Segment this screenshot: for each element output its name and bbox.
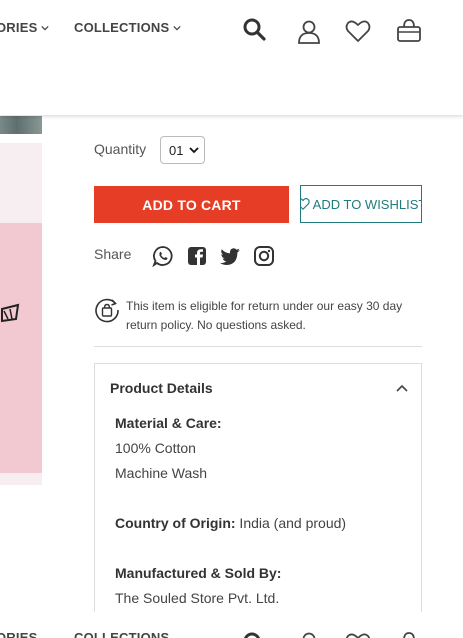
material-heading: Material & Care: bbox=[115, 415, 222, 431]
nav-item-categories[interactable]: ORIES bbox=[0, 630, 37, 638]
tshirt-graphic bbox=[0, 223, 42, 473]
instagram-icon[interactable] bbox=[253, 245, 275, 267]
twitter-icon[interactable] bbox=[219, 245, 241, 267]
product-image[interactable] bbox=[0, 143, 42, 485]
nav-item-label: ORIES bbox=[0, 20, 38, 35]
add-to-wishlist-button[interactable]: ADD TO WISHLIST bbox=[300, 185, 422, 223]
bag-icon[interactable] bbox=[395, 17, 423, 45]
sticky-header-peek: ORIES COLLECTIONS bbox=[0, 612, 463, 638]
return-icon bbox=[95, 298, 119, 323]
return-policy-text: This item is eligible for return under o… bbox=[126, 299, 403, 332]
print-graphic bbox=[1, 303, 20, 323]
site-header: ORIES COLLECTIONS bbox=[0, 0, 463, 115]
heart-icon[interactable] bbox=[344, 17, 372, 45]
origin-value: India (and proud) bbox=[235, 515, 347, 531]
quantity-value: 01 bbox=[169, 142, 184, 158]
chevron-down-icon bbox=[189, 147, 200, 154]
user-icon[interactable] bbox=[295, 630, 323, 638]
nav-item-label: COLLECTIONS bbox=[74, 20, 170, 35]
heart-icon[interactable] bbox=[344, 630, 372, 638]
share-label: Share bbox=[94, 246, 132, 262]
product-thumbnail[interactable] bbox=[0, 116, 42, 134]
nav-item-label: COLLECTIONS bbox=[74, 630, 170, 638]
user-icon[interactable] bbox=[295, 18, 323, 46]
bag-icon[interactable] bbox=[395, 630, 423, 638]
material-cotton: 100% Cotton bbox=[115, 440, 196, 456]
heart-icon bbox=[301, 197, 310, 210]
search-icon[interactable] bbox=[241, 630, 269, 638]
quantity-select[interactable]: 01 bbox=[160, 136, 205, 164]
origin-label: Country of Origin: bbox=[115, 515, 236, 531]
nav-item-categories[interactable]: ORIES bbox=[0, 20, 50, 35]
chevron-down-icon bbox=[173, 25, 181, 30]
nav-item-collections[interactable]: COLLECTIONS bbox=[74, 630, 169, 638]
product-details-title[interactable]: Product Details bbox=[110, 380, 213, 396]
whatsapp-icon[interactable] bbox=[152, 245, 174, 267]
chevron-up-icon[interactable] bbox=[395, 381, 409, 395]
nav-item-label: ORIES bbox=[0, 630, 38, 638]
search-icon[interactable] bbox=[241, 16, 269, 44]
chevron-down-icon bbox=[41, 25, 50, 30]
add-to-cart-button[interactable]: ADD TO CART bbox=[94, 186, 289, 223]
quantity-label: Quantity bbox=[94, 141, 147, 157]
nav-item-collections[interactable]: COLLECTIONS bbox=[74, 20, 181, 35]
manufacturer-value: The Souled Store Pvt. Ltd. bbox=[115, 590, 280, 606]
country-of-origin: Country of Origin: India (and proud) bbox=[115, 515, 346, 531]
facebook-icon[interactable] bbox=[186, 245, 208, 267]
material-wash: Machine Wash bbox=[115, 465, 208, 481]
product-details-panel: Product Details Material & Care: 100% Co… bbox=[94, 363, 422, 623]
return-policy: This item is eligible for return under o… bbox=[94, 289, 422, 347]
wishlist-label: ADD TO WISHLIST bbox=[312, 196, 422, 212]
manufacturer-heading: Manufactured & Sold By: bbox=[115, 565, 282, 581]
